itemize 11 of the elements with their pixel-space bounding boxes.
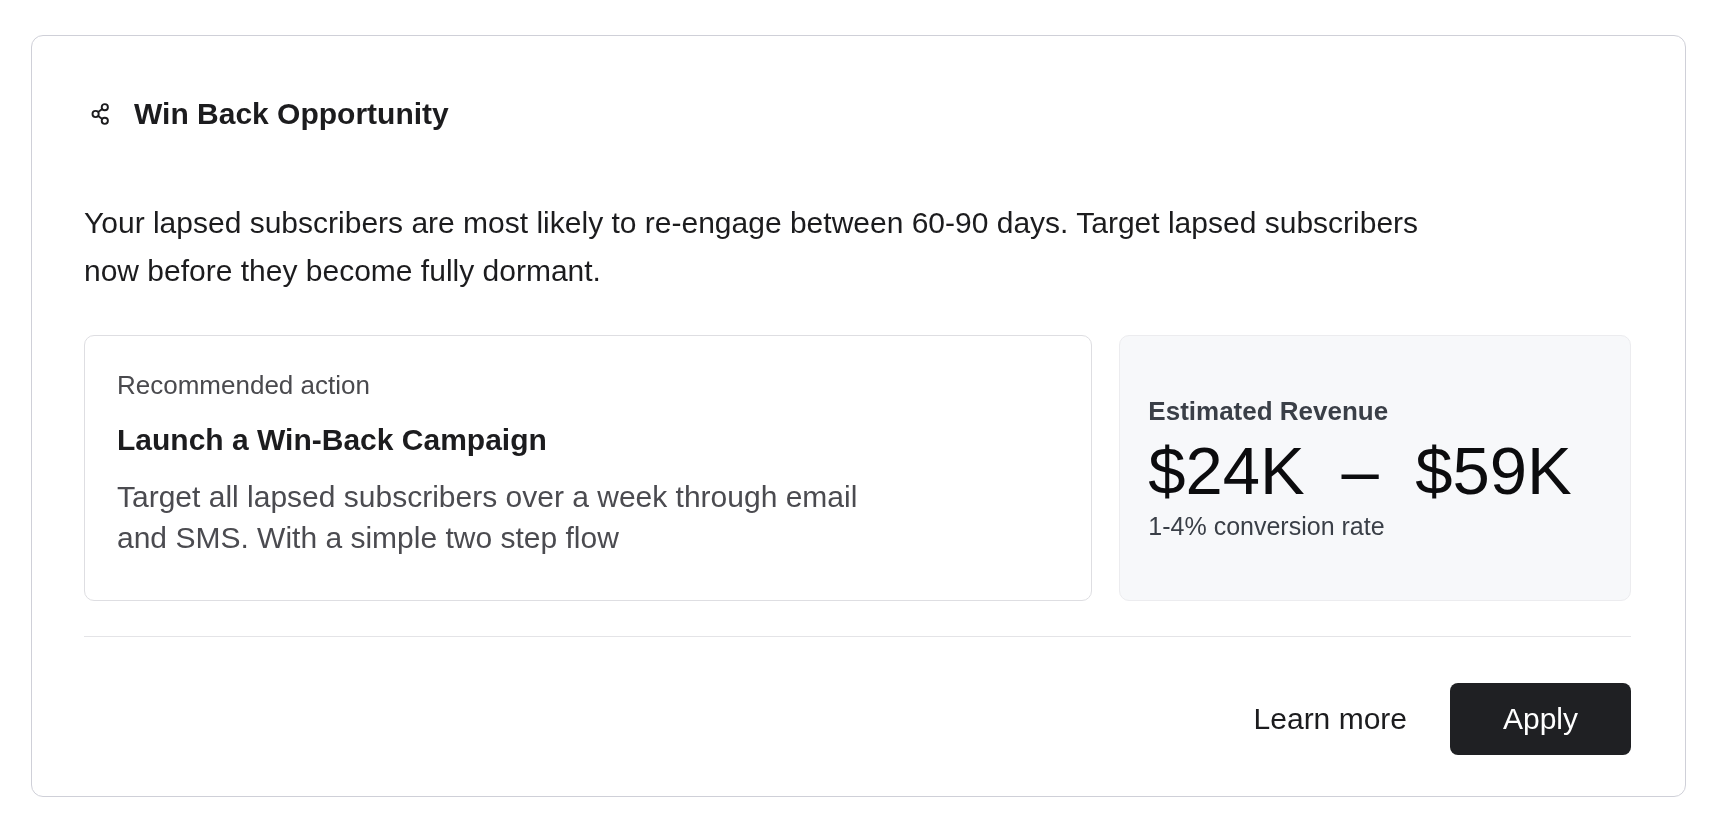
revenue-label: Estimated Revenue: [1148, 395, 1389, 426]
recommendation-title: Launch a Win-Back Campaign: [117, 422, 548, 458]
apply-button[interactable]: Apply: [1450, 683, 1631, 755]
learn-more-link[interactable]: Learn more: [1253, 683, 1407, 755]
revenue-range: $24K – $59K: [1148, 431, 1572, 510]
recommendation-text: Target all lapsed subscribers over a week through email and SMS. With a simple two step flow: [117, 479, 859, 556]
card-title: Win Back Opportunity: [134, 96, 449, 132]
insight-text: Your lapsed subscribers are most likely to re-engage between 60-90 days. Target lapsed subscribers now before they become fully dormant.: [84, 205, 1420, 289]
conversion-rate-text: 1-4% conversion rate: [1148, 510, 1385, 541]
connected-nodes-icon: [91, 103, 111, 125]
section-label: Recommended action: [117, 370, 371, 400]
